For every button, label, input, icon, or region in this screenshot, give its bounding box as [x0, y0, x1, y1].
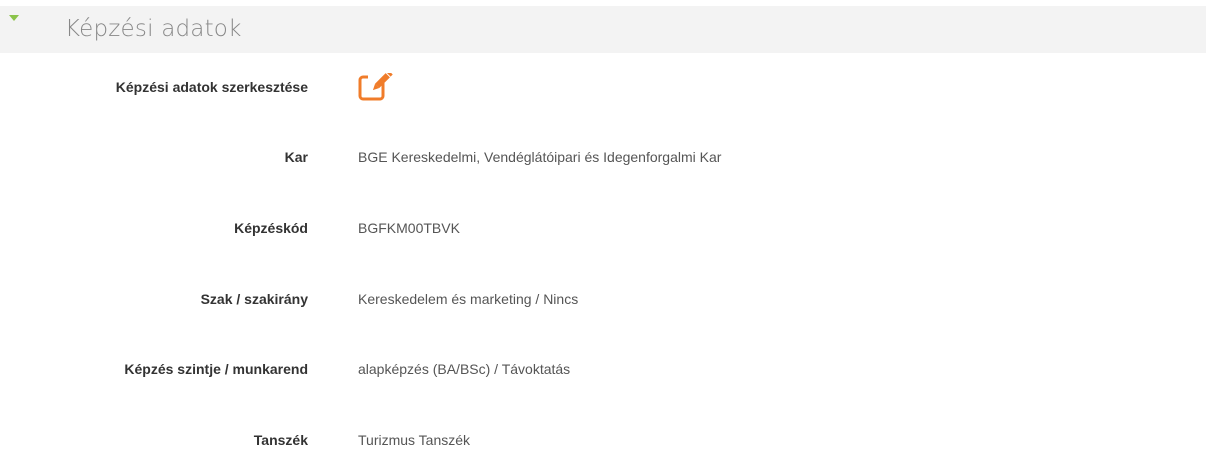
field-value: BGFKM00TBVK: [358, 220, 460, 236]
field-row-szint: Képzés szintje / munkarend alapképzés (B…: [0, 354, 1206, 384]
field-label: Szak / szakirány: [200, 291, 308, 307]
field-value: Turizmus Tanszék: [358, 432, 471, 448]
edit-pencil-square-icon[interactable]: [358, 70, 396, 103]
field-label: Tanszék: [253, 432, 308, 448]
training-data-panel: Képzési adatok Képzési adatok szerkeszté…: [0, 0, 1206, 450]
field-row-szak: Szak / szakirány Kereskedelem és marketi…: [0, 284, 1206, 314]
edit-row: Képzési adatok szerkesztése: [0, 70, 1206, 103]
field-value: BGE Kereskedelmi, Vendéglátóipari és Ide…: [358, 149, 722, 165]
field-label: Képzéskód: [234, 220, 308, 236]
edit-label: Képzési adatok szerkesztése: [115, 79, 308, 95]
field-row-kar: Kar BGE Kereskedelmi, Vendéglátóipari és…: [0, 142, 1206, 172]
field-label: Képzés szintje / munkarend: [124, 361, 308, 377]
field-row-kepzeskod: Képzéskód BGFKM00TBVK: [0, 213, 1206, 243]
field-row-tanszek: Tanszék Turizmus Tanszék: [0, 425, 1206, 450]
field-value: alapképzés (BA/BSc) / Távoktatás: [358, 361, 571, 377]
section-header[interactable]: Képzési adatok: [0, 6, 1206, 53]
field-label: Kar: [284, 149, 308, 165]
section-title: Képzési adatok: [65, 16, 242, 42]
edit-button[interactable]: [358, 70, 396, 103]
field-value: Kereskedelem és marketing / Nincs: [358, 291, 579, 307]
collapse-caret-icon[interactable]: [9, 15, 19, 21]
